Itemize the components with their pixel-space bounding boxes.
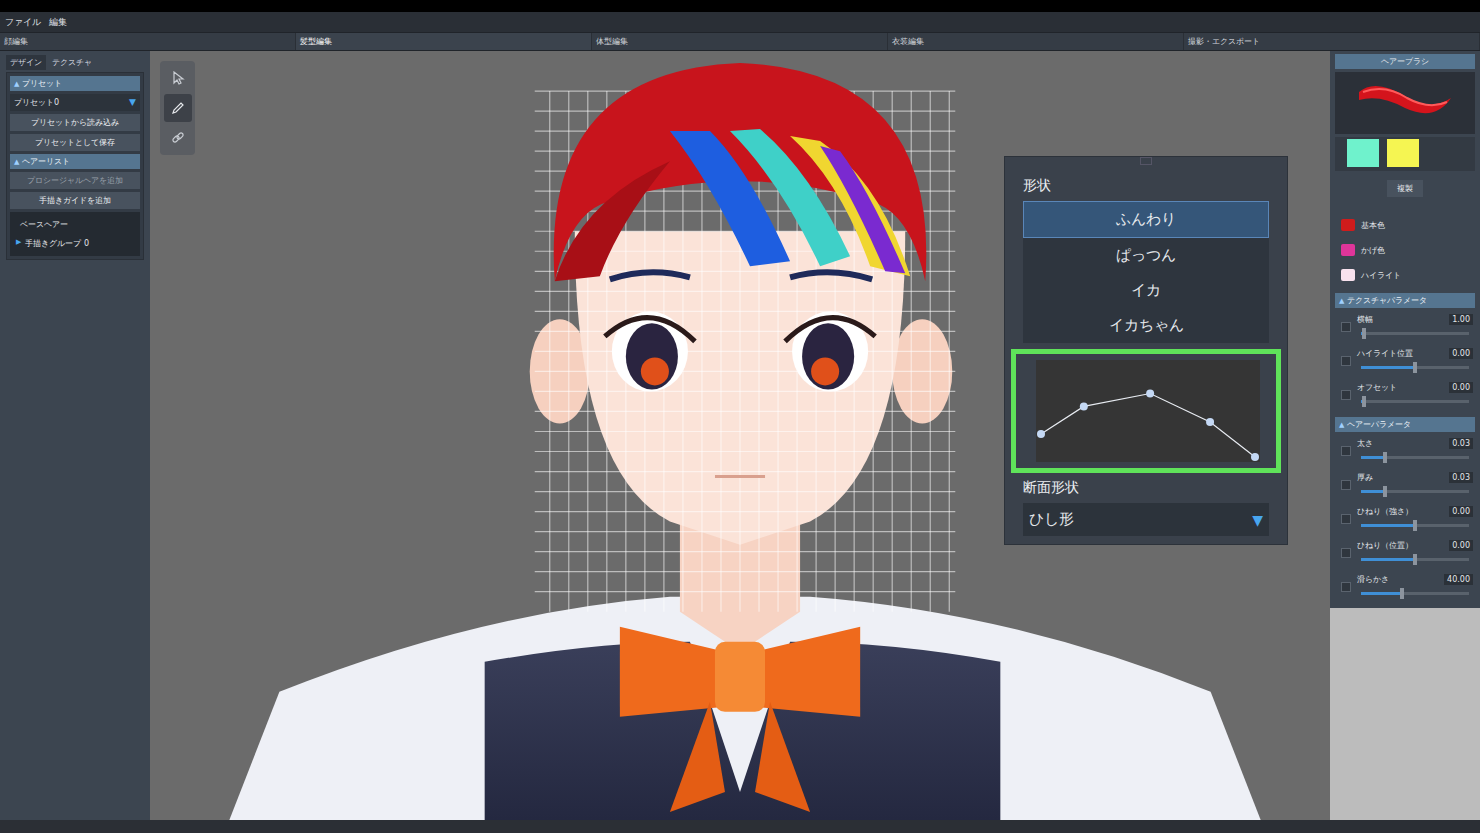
hair-list-item[interactable]: ▶手描きグループ 0 [10,234,140,253]
param-checkbox[interactable] [1341,356,1351,366]
title-strip [0,0,1480,12]
param-value[interactable]: 0.00 [1449,382,1473,393]
param-checkbox[interactable] [1341,322,1351,332]
color-swatch[interactable] [1341,269,1355,281]
param-value[interactable]: 40.00 [1444,574,1473,585]
brush-swatch[interactable] [1347,139,1379,167]
shape-option[interactable]: ふんわり [1023,201,1269,238]
param-row: ハイライト位置0.00 [1335,345,1475,376]
color-row[interactable]: 基本色 [1335,214,1475,236]
param-checkbox[interactable] [1341,480,1351,490]
param-row: 横幅1.00 [1335,311,1475,342]
curve-highlight [1011,349,1281,473]
shape-option[interactable]: ぱっつん [1023,238,1269,273]
hair-list-section-header[interactable]: ▲ヘアーリスト [10,154,140,169]
param-section-header[interactable]: ▲テクスチャパラメータ [1335,293,1475,308]
panel-tab[interactable]: デザイン [6,55,46,70]
status-bar [0,820,1480,833]
preset-button[interactable]: プリセットとして保存 [10,134,140,151]
cursor-icon [171,71,185,85]
panel-handle[interactable] [1140,157,1152,165]
param-slider[interactable] [1361,456,1469,459]
param-value[interactable]: 0.00 [1449,348,1473,359]
hair-add-button: プロシージャルヘアを追加 [10,172,140,189]
curve-editor[interactable] [1036,360,1260,462]
link-tool[interactable] [164,124,192,152]
tool-palette [160,61,195,155]
cross-section-dropdown[interactable]: ひし形▼ [1023,503,1269,536]
param-slider[interactable] [1361,524,1469,527]
hair-list-item[interactable]: ベースヘアー [10,215,140,234]
param-row: 滑らかさ40.00 [1335,571,1475,602]
preset-button[interactable]: プリセットから読み込み [10,114,140,131]
param-value[interactable]: 0.03 [1449,438,1473,449]
param-checkbox[interactable] [1341,582,1351,592]
color-swatch[interactable] [1341,244,1355,256]
mode-tab[interactable]: 髪型編集 [296,33,592,50]
param-row: オフセット0.00 [1335,379,1475,410]
menu-item[interactable]: 編集 [49,16,67,29]
preset-section-header[interactable]: ▲プリセット [10,76,140,91]
color-swatch[interactable] [1341,219,1355,231]
param-slider[interactable] [1361,490,1469,493]
brush-header: ヘアーブラシ [1335,54,1475,69]
param-row: 厚み0.03 [1335,469,1475,500]
brush-stroke-icon [1355,78,1455,128]
curve-point[interactable] [1080,402,1088,410]
link-icon [171,131,185,145]
color-row[interactable]: ハイライト [1335,264,1475,286]
param-row: ひねり（強さ）0.00 [1335,503,1475,534]
mode-tabs: 顔編集髪型編集体型編集衣装編集撮影・エクスポート [0,32,1480,51]
color-row[interactable]: かげ色 [1335,239,1475,261]
mode-tab[interactable]: 体型編集 [592,33,888,50]
param-checkbox[interactable] [1341,446,1351,456]
left-panel: デザインテクスチャ ▲プリセットプリセット0▼ プリセットから読み込みプリセットとし… [0,51,150,820]
curve-point[interactable] [1206,418,1214,426]
app-window: ファイル編集顔編集髪型編集体型編集衣装編集撮影・エクスポートデザインテクスチャ▲… [0,0,1480,833]
panel-tab[interactable]: テクスチャ [48,55,96,70]
param-row: 太さ0.03 [1335,435,1475,466]
duplicate-button[interactable]: 複製 [1387,180,1423,197]
cross-section-label: 断面形状 [1011,479,1281,497]
param-value[interactable]: 1.00 [1449,314,1473,325]
mode-tab[interactable]: 顔編集 [0,33,296,50]
mode-tab[interactable]: 衣装編集 [888,33,1184,50]
menu-item[interactable]: ファイル [5,16,41,29]
hair-add-button[interactable]: 手描きガイドを追加 [10,192,140,209]
right-panel: ヘアーブラシ複製基本色かげ色ハイライト ▲テクスチャパラメータ横幅1.00ハイライ… [1330,51,1480,820]
param-checkbox[interactable] [1341,514,1351,524]
param-value[interactable]: 0.00 [1449,506,1473,517]
param-section-header[interactable]: ▲ヘアーパラメータ [1335,417,1475,432]
shape-panel: 形状ふんわりぱっつんイカイカちゃん断面形状ひし形▼ [1004,156,1288,545]
hair-list: ベースヘアー▶手描きグループ 0 [10,212,140,256]
pen-icon [171,101,185,115]
param-value[interactable]: 0.03 [1449,472,1473,483]
menu-bar: ファイル編集 [0,12,1480,32]
param-row: ひねり（位置）0.00 [1335,537,1475,568]
param-slider[interactable] [1361,332,1469,335]
shape-option[interactable]: イカちゃん [1023,308,1269,343]
param-checkbox[interactable] [1341,548,1351,558]
curve-point[interactable] [1146,390,1154,398]
select-tool[interactable] [164,64,192,92]
shape-option[interactable]: イカ [1023,273,1269,308]
shape-title: 形状 [1011,177,1281,195]
curve-point[interactable] [1251,453,1259,461]
curve-point[interactable] [1037,430,1045,438]
pen-tool[interactable] [164,94,192,122]
preset-dropdown[interactable]: プリセット0▼ [10,94,140,111]
viewport[interactable]: 形状ふんわりぱっつんイカイカちゃん断面形状ひし形▼ [150,51,1330,820]
param-slider[interactable] [1361,592,1469,595]
mode-tab[interactable]: 撮影・エクスポート [1184,33,1480,50]
param-value[interactable]: 0.00 [1449,540,1473,551]
param-slider[interactable] [1361,558,1469,561]
brush-preview [1335,72,1475,134]
brush-swatch[interactable] [1387,139,1419,167]
param-slider[interactable] [1361,400,1469,403]
param-slider[interactable] [1361,366,1469,369]
shape-options: ふんわりぱっつんイカイカちゃん [1023,201,1269,343]
param-checkbox[interactable] [1341,390,1351,400]
